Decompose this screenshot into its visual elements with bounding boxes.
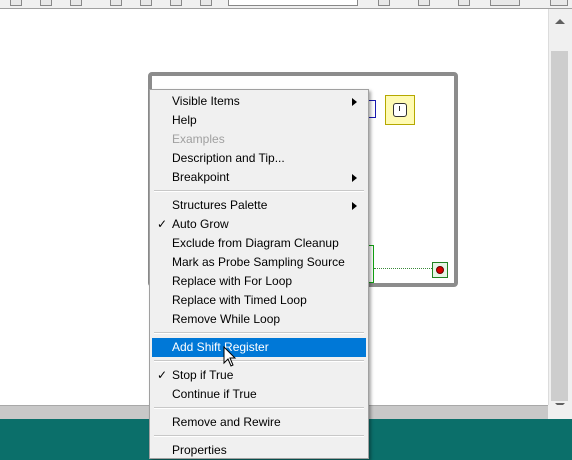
loop-condition-terminal[interactable] xyxy=(432,262,448,278)
menu-item-replace-with-timed-loop[interactable]: Replace with Timed Loop xyxy=(152,291,366,310)
menu-item-remove-while-loop[interactable]: Remove While Loop xyxy=(152,310,366,329)
toolbar-button[interactable] xyxy=(170,0,182,6)
menu-item-label: Mark as Probe Sampling Source xyxy=(172,255,345,269)
menu-item-label: Exclude from Diagram Cleanup xyxy=(172,236,339,250)
menu-item-label: Structures Palette xyxy=(172,198,268,212)
menu-item-label: Stop if True xyxy=(172,368,234,382)
menu-item-label: Remove While Loop xyxy=(172,312,281,326)
submenu-arrow-icon xyxy=(352,98,357,106)
menu-separator xyxy=(154,190,364,192)
scroll-up-icon[interactable] xyxy=(555,19,565,24)
menu-item-stop-if-true[interactable]: ✓ Stop if True xyxy=(152,366,366,385)
menu-item-continue-if-true[interactable]: Continue if True xyxy=(152,385,366,404)
menu-item-auto-grow[interactable]: ✓ Auto Grow xyxy=(152,215,366,234)
menu-item-replace-with-for-loop[interactable]: Replace with For Loop xyxy=(152,272,366,291)
toolbar-button[interactable] xyxy=(378,0,390,6)
search-field[interactable] xyxy=(490,0,520,6)
menu-item-label: Remove and Rewire xyxy=(172,415,281,429)
toolbar-button[interactable] xyxy=(418,0,430,6)
scrollbar-corner xyxy=(548,405,572,419)
clock-icon xyxy=(393,103,407,117)
menu-item-structures-palette[interactable]: Structures Palette xyxy=(152,196,366,215)
menu-item-add-shift-register[interactable]: Add Shift Register xyxy=(152,338,366,357)
check-icon: ✓ xyxy=(157,217,168,231)
scrollbar-thumb[interactable] xyxy=(551,51,568,401)
menu-item-label: Breakpoint xyxy=(172,170,230,184)
menu-item-label: Continue if True xyxy=(172,387,257,401)
check-icon: ✓ xyxy=(157,368,168,382)
submenu-arrow-icon xyxy=(352,202,357,210)
menu-item-label: Properties xyxy=(172,443,227,457)
menu-separator xyxy=(154,435,364,437)
toolbar xyxy=(0,0,572,9)
stop-button-icon xyxy=(436,266,444,274)
menu-item-label: Examples xyxy=(172,132,225,146)
menu-item-properties[interactable]: Properties xyxy=(152,441,366,460)
menu-item-label: Add Shift Register xyxy=(172,340,269,354)
menu-item-label: Replace with For Loop xyxy=(172,274,293,288)
menu-item-examples: Examples xyxy=(152,130,366,149)
menu-item-remove-and-rewire[interactable]: Remove and Rewire xyxy=(152,413,366,432)
menu-separator xyxy=(154,407,364,409)
wait-timer-node[interactable] xyxy=(385,95,415,125)
menu-item-label: Replace with Timed Loop xyxy=(172,293,307,307)
toolbar-button[interactable] xyxy=(458,0,470,6)
menu-item-breakpoint[interactable]: Breakpoint xyxy=(152,168,366,187)
menu-item-visible-items[interactable]: Visible Items xyxy=(152,92,366,111)
menu-item-exclude-from-cleanup[interactable]: Exclude from Diagram Cleanup xyxy=(152,234,366,253)
menu-item-mark-as-probe-source[interactable]: Mark as Probe Sampling Source xyxy=(152,253,366,272)
menu-item-label: Description and Tip... xyxy=(172,151,285,165)
toolbar-button[interactable] xyxy=(140,0,152,6)
toolbar-button[interactable] xyxy=(110,0,122,6)
menu-item-description-and-tip[interactable]: Description and Tip... xyxy=(152,149,366,168)
toolbar-button[interactable] xyxy=(40,0,52,6)
vertical-scrollbar[interactable] xyxy=(548,9,572,408)
menu-item-help[interactable]: Help xyxy=(152,111,366,130)
toolbar-button[interactable] xyxy=(70,0,82,6)
toolbar-button[interactable] xyxy=(10,0,22,6)
boolean-wire[interactable] xyxy=(374,268,432,269)
menu-item-label: Auto Grow xyxy=(172,217,229,231)
font-selector[interactable] xyxy=(228,0,358,6)
menu-item-label: Help xyxy=(172,113,197,127)
menu-separator xyxy=(154,360,364,362)
context-menu: Visible Items Help Examples Description … xyxy=(149,89,369,459)
submenu-arrow-icon xyxy=(352,174,357,182)
help-button[interactable] xyxy=(550,0,568,6)
menu-item-label: Visible Items xyxy=(172,94,240,108)
menu-separator xyxy=(154,332,364,334)
toolbar-button[interactable] xyxy=(200,0,212,6)
mouse-cursor-icon xyxy=(223,346,237,367)
